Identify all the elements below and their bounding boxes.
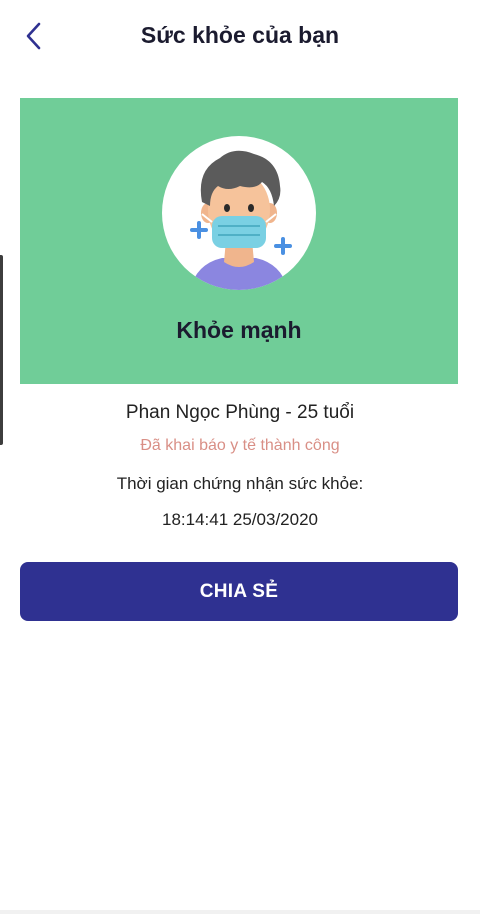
share-button-label: CHIA SẺ — [199, 580, 279, 602]
certification-time-value: 18:14:41 25/03/2020 — [162, 510, 318, 529]
masked-person-icon — [162, 136, 316, 290]
declaration-status: Đã khai báo y tế thành công — [140, 437, 340, 454]
bottom-divider — [0, 910, 480, 914]
page-title: Sức khỏe của bạn — [140, 22, 340, 48]
user-name-age: Phan Ngọc Phùng - 25 tuổi — [125, 402, 355, 423]
app-header: Sức khỏe của bạn — [0, 0, 480, 76]
health-status-screen: Sức khỏe của bạn Khỏe mạnh Phan Ngọc Phù… — [0, 0, 480, 914]
health-status-label: Khỏe mạnh — [176, 317, 302, 343]
certification-time-label: Thời gian chứng nhận sức khỏe: — [116, 474, 364, 493]
health-status-card: Khỏe mạnh — [20, 98, 458, 384]
avatar — [162, 136, 316, 290]
share-button[interactable]: CHIA SẺ — [20, 562, 458, 621]
